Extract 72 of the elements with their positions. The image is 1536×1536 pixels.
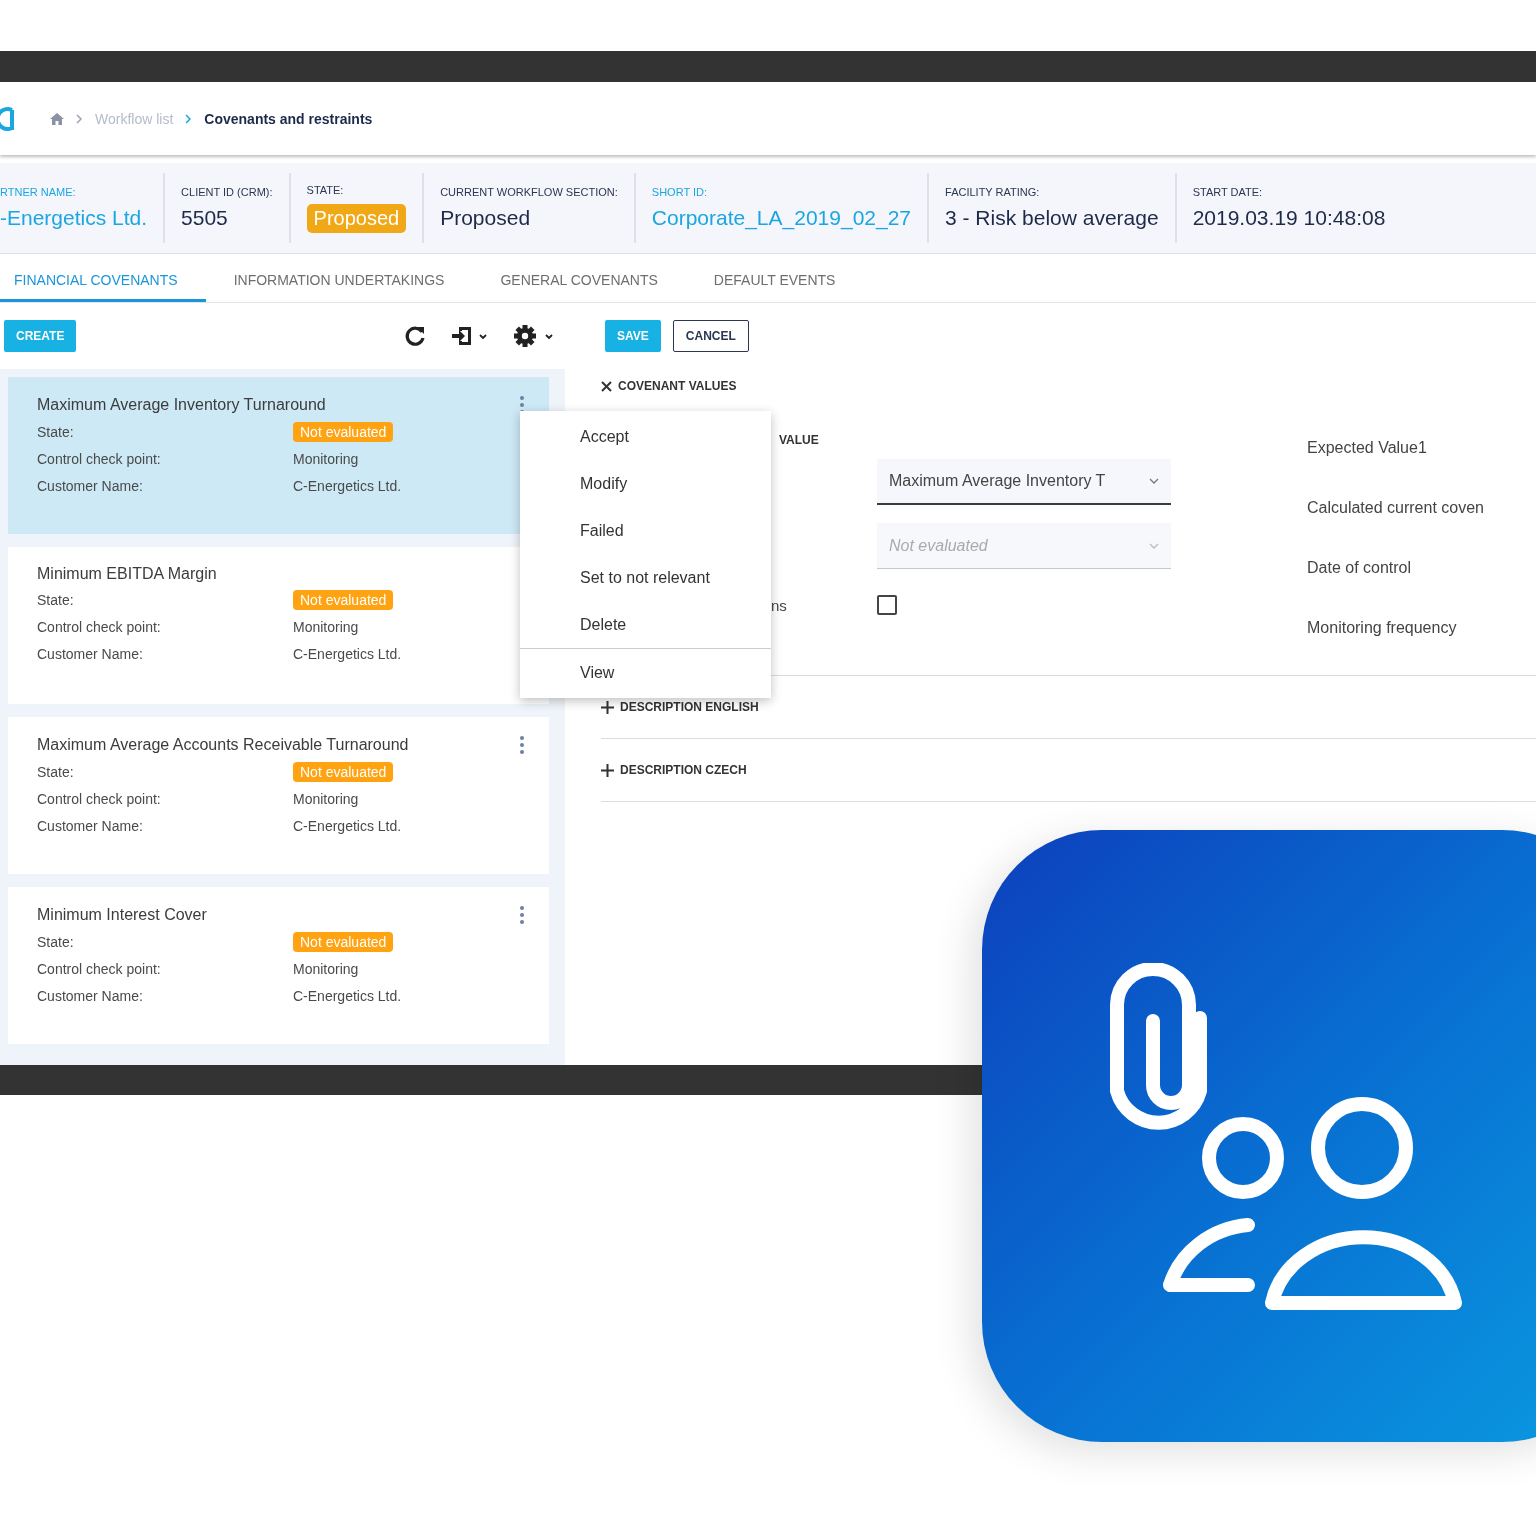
- field-label: Date of control: [1307, 559, 1413, 577]
- field-label: CLIENT ID (CRM):: [181, 186, 273, 198]
- field-value: C-Energetics Ltd.: [293, 478, 402, 494]
- field-label: Monitoring frequency: [1307, 619, 1458, 637]
- field-value: 5505: [181, 206, 229, 230]
- state-badge: Not evaluated: [293, 932, 394, 952]
- menu-item[interactable]: View: [520, 648, 771, 696]
- plus-icon: [601, 700, 614, 714]
- state-badge: Proposed: [306, 203, 407, 233]
- state-badge: Not evaluated: [293, 762, 394, 782]
- field-value: Proposed: [440, 206, 532, 230]
- checkbox-label: ns: [771, 596, 788, 614]
- field-label: SHORT ID:: [651, 186, 709, 198]
- section-header[interactable]: COVENANT VALUES: [601, 379, 737, 393]
- covenant-title: Minimum EBITDA Margin: [37, 565, 217, 583]
- field-value: Corporate_LA_2019_02_27: [651, 206, 912, 230]
- field-label: State:: [37, 934, 75, 950]
- state-badge: Not evaluated: [293, 590, 394, 610]
- field-value: -Energetics Ltd.: [0, 206, 148, 230]
- field-label: State:: [37, 764, 75, 780]
- field-label: State:: [37, 424, 75, 440]
- covenant-card[interactable]: Maximum Average Inventory Turnaround State: Not evaluated Control check point: Monitoring Customer Name: C-Energetics Ltd.: [8, 377, 549, 534]
- chevron-icon: [185, 113, 193, 124]
- field-value: Monitoring: [293, 619, 359, 635]
- field-value: Monitoring: [293, 961, 359, 977]
- caret-icon: [1149, 542, 1159, 549]
- covenant-card[interactable]: Minimum Interest Cover State: Not evaluated Control check point: Monitoring Customer Name: C-Energetics Ltd.: [8, 887, 549, 1044]
- field-label: VALUE: [779, 433, 820, 447]
- covenant-card[interactable]: Minimum EBITDA Margin State: Not evaluated Control check point: Monitoring Customer Name: C-Energetics Ltd.: [8, 547, 549, 704]
- checkbox[interactable]: [877, 595, 897, 615]
- field-label: Calculated current coven: [1307, 499, 1484, 517]
- field-value: 2019.03.19 10:48:08: [1192, 206, 1386, 230]
- home-icon[interactable]: [50, 112, 64, 125]
- covenant-title: Maximum Average Inventory Turnaround: [37, 396, 326, 414]
- field-label: State:: [37, 592, 75, 608]
- field-label: Customer Name:: [37, 988, 144, 1004]
- field-label: RTNER NAME:: [0, 186, 77, 198]
- field-label: Control check point:: [37, 961, 162, 977]
- covenant-card[interactable]: Maximum Average Accounts Receivable Turnaround State: Not evaluated Control check point: Monitoring Customer Name: C-Energetics Ltd.: [8, 717, 549, 874]
- covenant-select[interactable]: Maximum Average Inventory T: [877, 459, 1171, 505]
- plus-icon: [601, 763, 614, 777]
- field-label: Control check point:: [37, 619, 162, 635]
- cancel-button[interactable]: CANCEL: [672, 320, 749, 352]
- covenant-title: Maximum Average Accounts Receivable Turnaround: [37, 736, 409, 754]
- state-badge: Not evaluated: [293, 422, 394, 442]
- field-value: C-Energetics Ltd.: [293, 646, 402, 662]
- field-label: Control check point:: [37, 791, 162, 807]
- caret-icon: [1149, 478, 1159, 484]
- field-label: Customer Name:: [37, 818, 144, 834]
- tab[interactable]: DEFAULT EVENTS: [685, 260, 864, 302]
- field-label: CURRENT WORKFLOW SECTION:: [440, 186, 618, 198]
- more-icon[interactable]: [519, 905, 525, 925]
- field-value: Monitoring: [293, 791, 359, 807]
- chevron-icon: [76, 113, 83, 124]
- field-value: Monitoring: [293, 451, 359, 467]
- field-label: Expected Value1: [1307, 439, 1428, 457]
- close-icon: [601, 380, 612, 392]
- field-label: START DATE:: [1192, 186, 1264, 198]
- tab[interactable]: GENERAL COVENANTS: [472, 260, 686, 302]
- field-label: Customer Name:: [37, 478, 144, 494]
- field-label: STATE:: [306, 183, 345, 196]
- section-header[interactable]: DESCRIPTION CZECH: [601, 738, 1536, 802]
- field-value: C-Energetics Ltd.: [293, 988, 402, 1004]
- refresh-icon[interactable]: [403, 324, 427, 348]
- more-icon[interactable]: [519, 735, 525, 755]
- field-value: C-Energetics Ltd.: [293, 818, 402, 834]
- field-label: FACILITY RATING:: [945, 186, 1041, 198]
- field-label: Control check point:: [37, 451, 162, 467]
- tab[interactable]: INFORMATION UNDERTAKINGS: [205, 260, 473, 302]
- covenant-title: Minimum Interest Cover: [37, 906, 207, 924]
- field-label: Customer Name:: [37, 646, 144, 662]
- field-value: 3 - Risk below average: [945, 206, 1159, 230]
